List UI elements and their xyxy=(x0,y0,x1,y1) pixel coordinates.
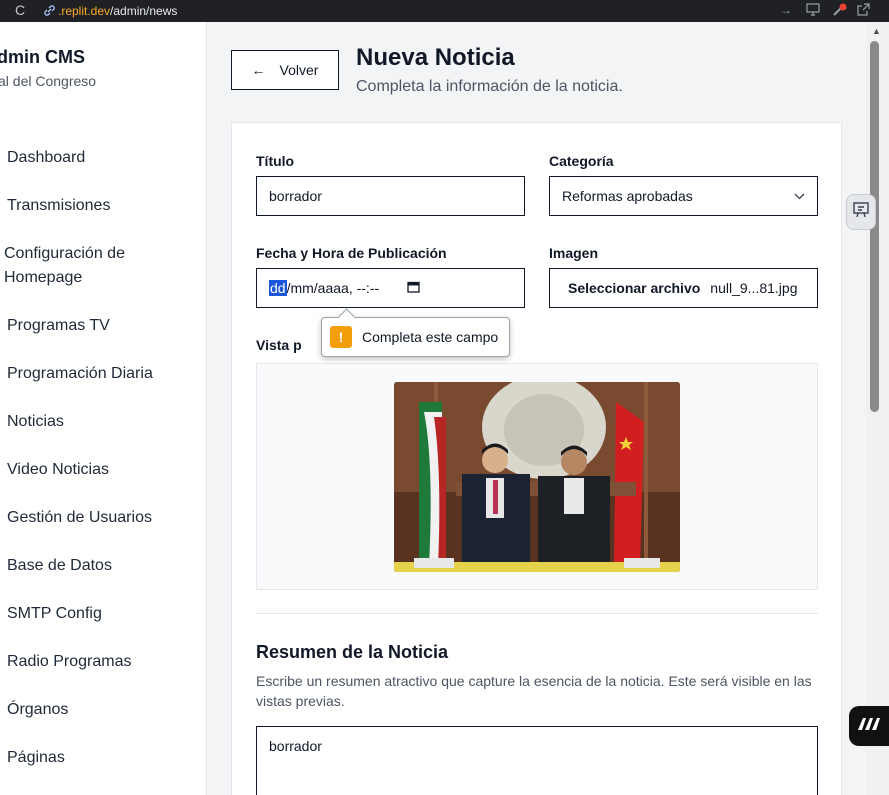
summary-description: Escribe un resumen atractivo que capture… xyxy=(256,673,812,709)
browser-toolbar: C .replit.dev/admin/news → xyxy=(0,0,889,22)
main-content: ← Volver Nueva Noticia Completa la infor… xyxy=(207,22,866,795)
brand-subtitle: al del Congreso xyxy=(0,73,97,89)
image-preview-box xyxy=(256,363,818,590)
address-bar[interactable]: .replit.dev/admin/news xyxy=(58,4,177,18)
back-button-label: Volver xyxy=(279,62,319,78)
sidebar-item-video-noticias[interactable]: Video Noticias xyxy=(7,458,197,482)
sidebar-item-paginas[interactable]: Páginas xyxy=(7,746,197,770)
summary-title: Resumen de la Noticia xyxy=(256,642,449,662)
link-icon xyxy=(43,4,56,20)
section-divider xyxy=(256,613,818,614)
sidebar-item-configuracion-homepage[interactable]: Configuración de Homepage xyxy=(4,242,194,290)
sidebar-item-dashboard[interactable]: Dashboard xyxy=(7,146,197,170)
url-path: /admin/news xyxy=(110,4,178,18)
preview-label: Vista p xyxy=(256,337,302,353)
news-photo xyxy=(394,382,680,572)
sidebar: dmin CMS al del Congreso Dashboard Trans… xyxy=(0,22,207,795)
arrow-right-icon[interactable]: → xyxy=(780,3,792,17)
page-subtitle: Completa la información de la noticia. xyxy=(356,78,623,95)
calendar-icon[interactable] xyxy=(407,281,420,296)
sidebar-item-programas-tv[interactable]: Programas TV xyxy=(7,314,197,338)
url-host: .replit.dev xyxy=(58,4,111,18)
fecha-rest-segment: /mm/aaaa, --:-- xyxy=(286,280,380,296)
sidebar-item-smtp-config[interactable]: SMTP Config xyxy=(7,602,197,626)
titulo-label: Título xyxy=(256,153,295,169)
feedback-icon xyxy=(852,201,870,224)
news-form-card: Título borrador Categoría Reformas aprob… xyxy=(231,122,842,795)
fecha-day-segment[interactable]: dd xyxy=(269,280,287,296)
categoria-value: Reformas aprobadas xyxy=(562,188,693,204)
imagen-label: Imagen xyxy=(549,245,599,261)
sidebar-item-base-datos[interactable]: Base de Datos xyxy=(7,554,197,578)
monitor-icon[interactable] xyxy=(806,3,820,19)
reload-icon[interactable]: C xyxy=(15,2,25,18)
scroll-up-arrow-icon[interactable]: ▲ xyxy=(872,26,881,36)
sidebar-item-radio-programas[interactable]: Radio Programas xyxy=(7,650,197,674)
file-name: null_9...81.jpg xyxy=(710,280,798,296)
summary-value: borrador xyxy=(269,738,322,754)
page-title: Nueva Noticia xyxy=(356,44,515,71)
brand-title: dmin CMS xyxy=(0,47,85,67)
categoria-select[interactable]: Reformas aprobadas xyxy=(549,176,818,216)
validation-tooltip: ! Completa este campo xyxy=(321,317,510,357)
chevron-down-icon xyxy=(794,189,805,203)
back-button[interactable]: ← Volver xyxy=(231,50,339,90)
arrow-left-icon: ← xyxy=(251,62,266,78)
feedback-widget-button[interactable] xyxy=(846,194,876,230)
sidebar-item-transmisiones[interactable]: Transmisiones xyxy=(7,194,197,218)
summary-textarea[interactable]: borrador xyxy=(256,726,818,795)
external-link-icon[interactable] xyxy=(857,3,870,19)
sidebar-item-gestion-usuarios[interactable]: Gestión de Usuarios xyxy=(7,506,197,530)
m-logo-icon xyxy=(856,716,882,737)
sidebar-item-programacion-diaria[interactable]: Programación Diaria xyxy=(7,362,197,386)
choose-file-button[interactable]: Seleccionar archivo xyxy=(568,280,700,296)
titulo-value: borrador xyxy=(269,188,322,204)
categoria-label: Categoría xyxy=(549,153,614,169)
validation-message: Completa este campo xyxy=(362,329,499,345)
page-scrollbar[interactable]: ▲ xyxy=(866,22,889,795)
sidebar-item-organos[interactable]: Órganos xyxy=(7,698,197,722)
fecha-label: Fecha y Hora de Publicación xyxy=(256,245,447,261)
imagen-file-input[interactable]: Seleccionar archivo null_9...81.jpg xyxy=(549,268,818,308)
devtools-icon[interactable] xyxy=(832,3,848,20)
assistant-launcher-button[interactable] xyxy=(849,706,889,746)
warning-icon: ! xyxy=(330,326,352,348)
fecha-input[interactable]: dd/mm/aaaa, --:-- xyxy=(256,268,525,308)
titulo-input[interactable]: borrador xyxy=(256,176,525,216)
sidebar-item-noticias[interactable]: Noticias xyxy=(7,410,197,434)
